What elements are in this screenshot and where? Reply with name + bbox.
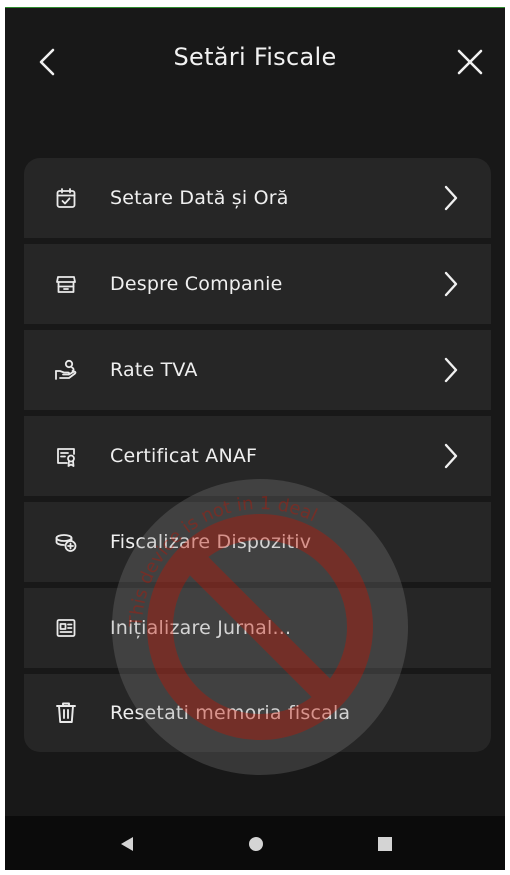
- chevron-right-icon: [441, 441, 461, 471]
- menu-item-company[interactable]: Despre Companie: [24, 244, 491, 330]
- menu-item-label: Fiscalizare Dispozitiv: [110, 531, 312, 553]
- menu-item-device-fiscalization[interactable]: Fiscalizare Dispozitiv: [24, 502, 491, 588]
- menu-item-reset-fiscal-memory[interactable]: Resetati memoria fiscala: [24, 674, 491, 752]
- menu-item-vat-rates[interactable]: Rate TVA: [24, 330, 491, 416]
- hand-coins-icon: [54, 358, 78, 382]
- nav-back-icon: [121, 837, 133, 851]
- nav-home-icon: [249, 837, 263, 851]
- coins-stack-icon: [54, 530, 78, 554]
- calendar-check-icon: [54, 186, 78, 210]
- menu-item-label: Despre Companie: [110, 273, 283, 295]
- menu-item-date-time[interactable]: Setare Dată și Oră: [24, 158, 491, 244]
- system-navbar: [5, 816, 505, 870]
- menu-item-label: Certificat ANAF: [110, 445, 258, 467]
- screen: Setări Fiscale Setare Dată și Oră Despre…: [5, 7, 505, 870]
- certificate-icon: [54, 444, 78, 468]
- close-button[interactable]: [450, 42, 490, 82]
- menu-item-journal-init[interactable]: Inițializare Jurnal...: [24, 588, 491, 674]
- nav-recent-button[interactable]: [371, 830, 399, 858]
- receipt-id-icon: [54, 616, 78, 640]
- nav-recent-icon: [378, 837, 392, 851]
- store-icon: [54, 272, 78, 296]
- page-title: Setări Fiscale: [173, 43, 337, 71]
- menu-item-label: Inițializare Jurnal...: [110, 617, 292, 639]
- trash-icon: [54, 701, 78, 725]
- settings-menu: Setare Dată și Oră Despre Companie Rate …: [24, 158, 491, 752]
- header: Setări Fiscale: [5, 7, 505, 112]
- close-icon: [457, 49, 483, 75]
- menu-item-anaf-certificate[interactable]: Certificat ANAF: [24, 416, 491, 502]
- nav-back-button[interactable]: [113, 830, 141, 858]
- nav-home-button[interactable]: [242, 830, 270, 858]
- chevron-right-icon: [441, 183, 461, 213]
- menu-item-label: Resetati memoria fiscala: [110, 702, 351, 724]
- chevron-right-icon: [441, 355, 461, 385]
- menu-item-label: Setare Dată și Oră: [110, 187, 289, 209]
- chevron-right-icon: [441, 269, 461, 299]
- menu-item-label: Rate TVA: [110, 359, 198, 381]
